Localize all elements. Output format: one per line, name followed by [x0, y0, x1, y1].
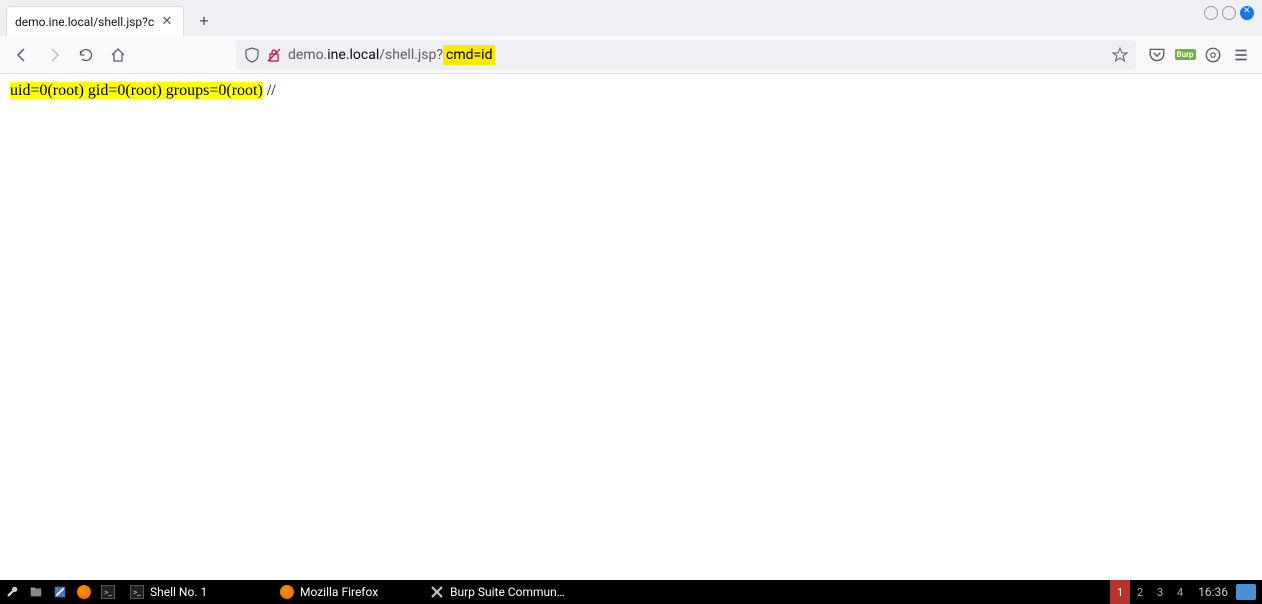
url-prefix: demo. [288, 47, 327, 63]
page-content: uid=0(root) gid=0(root) groups=0(root) /… [0, 74, 1262, 108]
taskbar-task-firefox[interactable]: Mozilla Firefox [270, 580, 420, 604]
task-label: Shell No. 1 [150, 585, 207, 599]
taskbar-task-shell[interactable]: >_ Shell No. 1 [120, 580, 270, 604]
firefox-launcher-icon[interactable] [72, 580, 96, 604]
url-bar[interactable]: demo.ine.local/shell.jsp?cmd=id [236, 40, 1136, 70]
home-button[interactable] [104, 41, 132, 69]
toolbar-right: Burp [1148, 46, 1254, 64]
reload-button[interactable] [72, 41, 100, 69]
pocket-icon[interactable] [1148, 46, 1166, 64]
nav-toolbar: demo.ine.local/shell.jsp?cmd=id Burp [0, 36, 1262, 74]
window-minimize-button[interactable] [1204, 6, 1218, 20]
wrench-icon [5, 585, 19, 599]
burp-extension-icon[interactable]: Burp [1176, 46, 1194, 64]
tray-indicator-icon[interactable] [1236, 584, 1256, 600]
extensions-icon[interactable] [1204, 46, 1222, 64]
url-highlight: cmd=id [443, 45, 495, 65]
arrow-right-icon [46, 47, 62, 63]
window-close-button[interactable] [1240, 6, 1254, 20]
editor-icon[interactable] [48, 580, 72, 604]
start-menu-button[interactable] [0, 580, 24, 604]
lock-insecure-icon[interactable] [266, 47, 282, 63]
bookmark-star-icon[interactable] [1112, 47, 1128, 63]
url-text: demo.ine.local/shell.jsp?cmd=id [288, 47, 1106, 63]
workspace-3-button[interactable]: 3 [1150, 580, 1170, 604]
url-domain: ine.local [327, 47, 379, 63]
task-label: Burp Suite Commun… [450, 585, 565, 599]
output-suffix: // [263, 82, 276, 99]
new-tab-button[interactable]: + [190, 6, 218, 34]
browser-tab[interactable]: demo.ine.local/shell.jsp?c ✕ [6, 6, 184, 36]
tab-title: demo.ine.local/shell.jsp?c [15, 15, 159, 29]
back-button[interactable] [8, 41, 36, 69]
close-tab-icon[interactable]: ✕ [159, 14, 175, 30]
taskbar-task-burp[interactable]: Burp Suite Commun… [420, 580, 575, 604]
url-path: /shell.jsp? [379, 47, 443, 63]
taskbar-left: >_ >_ Shell No. 1 Mozilla Firefox Burp S… [0, 580, 575, 604]
taskbar-right: 1 2 3 4 16:36 [1110, 580, 1262, 604]
window-maximize-button[interactable] [1222, 6, 1236, 20]
command-output: uid=0(root) gid=0(root) groups=0(root) [10, 82, 263, 99]
home-icon [110, 47, 126, 63]
taskbar: >_ >_ Shell No. 1 Mozilla Firefox Burp S… [0, 580, 1262, 604]
reload-icon [78, 47, 94, 63]
workspace-1-button[interactable]: 1 [1110, 580, 1130, 604]
terminal-launcher-icon[interactable]: >_ [96, 580, 120, 604]
firefox-icon [280, 585, 294, 599]
window-controls [1204, 6, 1254, 20]
workspace-4-button[interactable]: 4 [1170, 580, 1190, 604]
app-menu-button[interactable] [1232, 46, 1250, 64]
terminal-icon: >_ [130, 585, 144, 599]
workspace-2-button[interactable]: 2 [1130, 580, 1150, 604]
burp-icon [430, 585, 444, 599]
task-label: Mozilla Firefox [300, 585, 378, 599]
file-manager-icon[interactable] [24, 580, 48, 604]
forward-button[interactable] [40, 41, 68, 69]
clock[interactable]: 16:36 [1190, 585, 1236, 599]
arrow-left-icon [14, 47, 30, 63]
shield-icon[interactable] [244, 47, 260, 63]
tab-bar: demo.ine.local/shell.jsp?c ✕ + [0, 0, 1262, 36]
